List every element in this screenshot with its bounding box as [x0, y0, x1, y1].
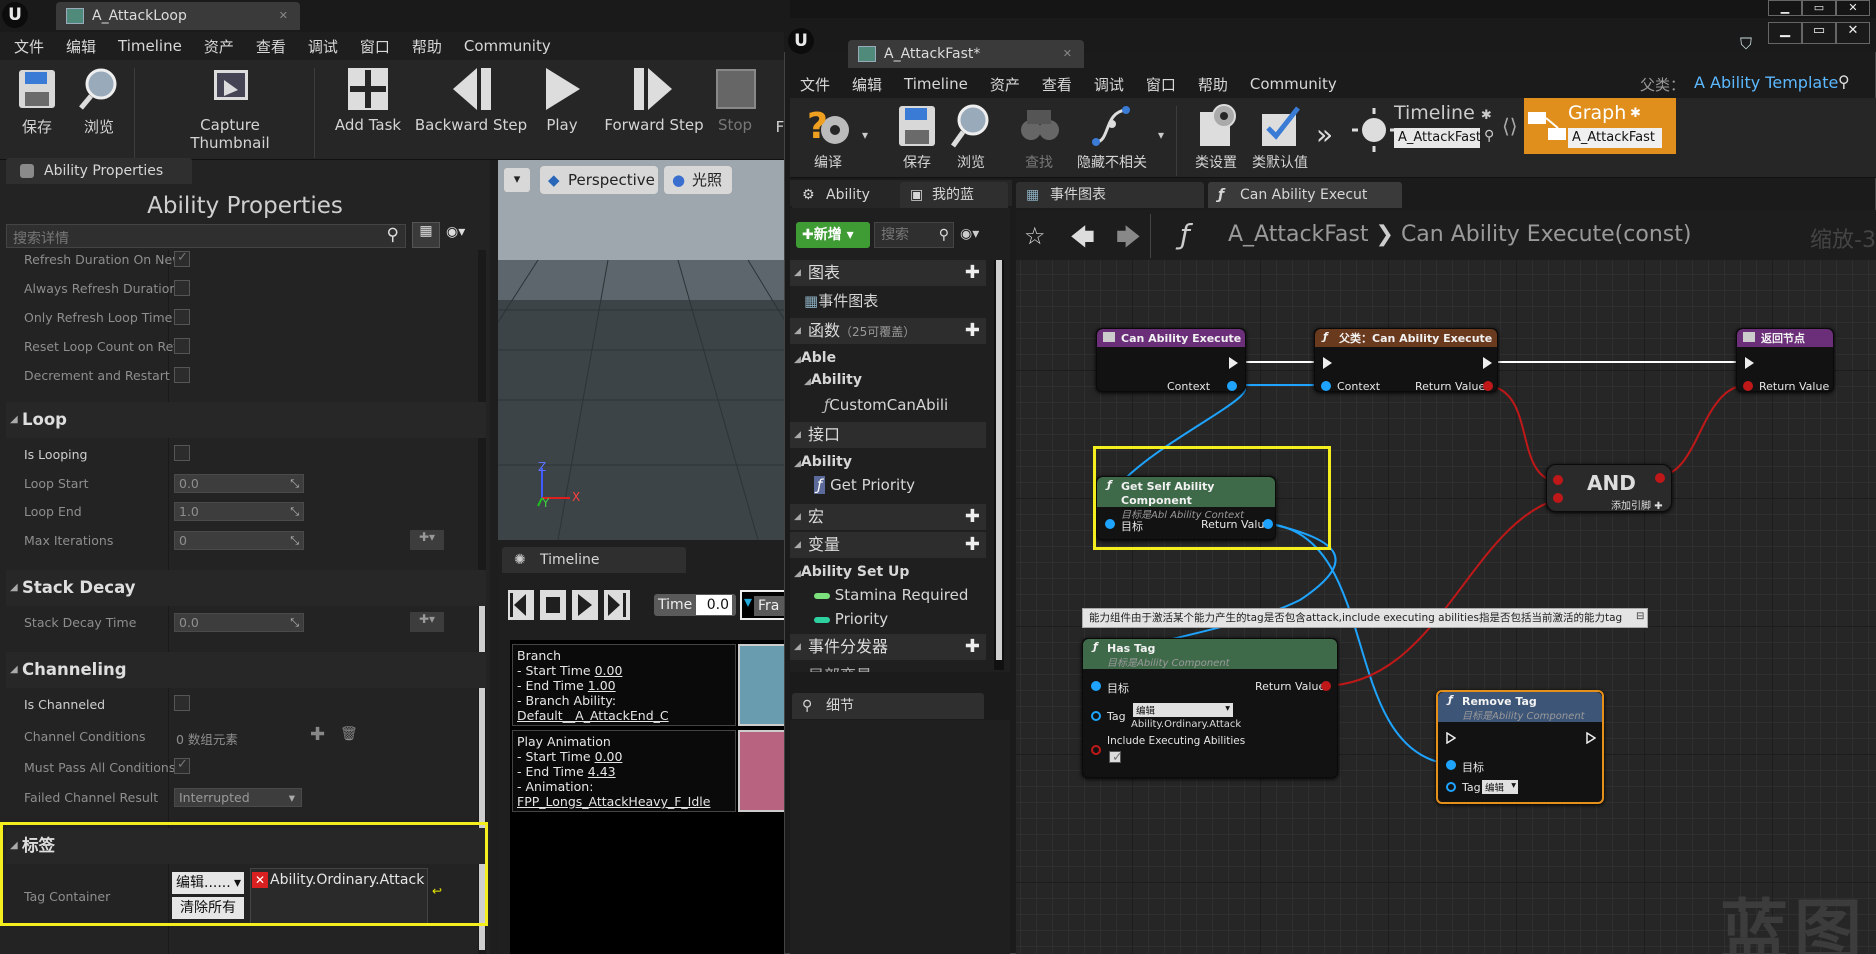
tag-in-pin[interactable] — [1091, 711, 1101, 721]
return-value-out-pin[interactable] — [1321, 681, 1331, 691]
target-pin-label: 目标 — [1462, 761, 1484, 774]
target-pin-label: 目标 — [1107, 682, 1129, 695]
exec-in-pin[interactable] — [1745, 357, 1754, 369]
include-executing-checkbox[interactable] — [1109, 750, 1123, 765]
function-icon: ƒ — [1323, 330, 1328, 343]
function-entry-icon — [1103, 332, 1115, 342]
chevron-down-icon: ▾ — [1225, 703, 1230, 714]
tag-pin-label: Tag — [1462, 781, 1481, 794]
tag-edit-dropdown[interactable]: 编辑 ▾ — [1133, 703, 1233, 717]
and-in-pin-b[interactable] — [1553, 493, 1563, 503]
target-in-pin[interactable] — [1446, 760, 1456, 770]
plus-icon: ✚ — [1654, 501, 1663, 512]
node-header: ƒ 父类：Can Ability Execute — [1315, 329, 1497, 347]
exec-out-pin[interactable] — [1483, 357, 1492, 369]
and-out-pin[interactable] — [1655, 473, 1665, 483]
node-title: Remove Tag — [1462, 695, 1537, 708]
return-value-pin-label: Return Value — [1255, 680, 1326, 693]
tag-pin-label: Tag — [1107, 710, 1126, 723]
node-title: AND — [1587, 471, 1636, 495]
return-node-icon — [1743, 332, 1755, 342]
include-executing-label: Include Executing Abilities — [1107, 735, 1246, 747]
context-pin-label: Context — [1167, 380, 1211, 393]
tag-in-pin[interactable] — [1446, 782, 1456, 792]
tag-edit-label: 编辑 — [1136, 706, 1156, 717]
context-in-pin[interactable] — [1321, 381, 1331, 391]
exec-out-pin[interactable] — [1586, 732, 1596, 744]
include-executing-in-pin[interactable] — [1091, 745, 1101, 755]
comment-pin-icon[interactable]: ⊟ — [1636, 611, 1644, 622]
watermark: 蓝图 — [1720, 893, 1869, 954]
node-title: 返回节点 — [1761, 332, 1805, 345]
exec-out-pin[interactable] — [1229, 357, 1238, 369]
node-header: ƒ Has Tag 目标是Ability Component — [1083, 639, 1337, 669]
node-and[interactable]: AND 添加引脚 ✚ — [1546, 464, 1672, 512]
get-self-highlight-frame — [1093, 446, 1331, 550]
function-icon: ƒ — [1093, 640, 1098, 653]
node-title: Can Ability Execute — [1121, 332, 1242, 345]
node-header: 返回节点 — [1737, 329, 1833, 347]
chevron-down-icon: ▾ — [1511, 780, 1516, 791]
node-subtitle: 目标是Ability Component — [1462, 711, 1585, 722]
add-pin-label: 添加引脚 — [1611, 501, 1651, 512]
node-return[interactable]: 返回节点 Return Value — [1736, 328, 1834, 393]
node-parent-can-ability-execute[interactable]: ƒ 父类：Can Ability Execute Context Return V… — [1314, 328, 1498, 393]
node-has-tag[interactable]: ƒ Has Tag 目标是Ability Component 目标 Return V… — [1082, 638, 1338, 778]
node-remove-tag[interactable]: ƒ Remove Tag 目标是Ability Component 目标 Tag 编… — [1436, 690, 1604, 804]
node-header: Can Ability Execute — [1097, 329, 1245, 347]
context-out-pin[interactable] — [1227, 381, 1237, 391]
node-title: Has Tag — [1107, 642, 1156, 655]
tag-value: Ability.Ordinary.Attack — [1131, 719, 1242, 730]
tag-edit-dropdown[interactable]: 编辑 ▾ — [1482, 780, 1518, 794]
function-icon: ƒ — [1448, 693, 1453, 706]
and-in-pin-a[interactable] — [1553, 475, 1563, 485]
node-title: 父类：Can Ability Execute — [1339, 332, 1493, 345]
return-value-out-pin[interactable] — [1483, 381, 1493, 391]
exec-in-pin[interactable] — [1323, 357, 1332, 369]
return-value-pin-label: Return Value — [1415, 380, 1486, 393]
node-header: ƒ Remove Tag 目标是Ability Component — [1438, 692, 1602, 722]
node-can-ability-execute[interactable]: Can Ability Execute Context — [1096, 328, 1246, 393]
exec-in-pin[interactable] — [1446, 732, 1456, 744]
comment-bubble[interactable]: 能力组件由于激活某个能力产生的tag是否包含attack,include exe… — [1082, 608, 1648, 628]
context-pin-label: Context — [1337, 380, 1381, 393]
target-in-pin[interactable] — [1091, 681, 1101, 691]
node-subtitle: 目标是Ability Component — [1107, 658, 1230, 669]
return-value-in-pin[interactable] — [1743, 381, 1753, 391]
tag-edit-label: 编辑 — [1485, 783, 1505, 794]
return-value-pin-label: Return Value — [1759, 380, 1830, 393]
add-pin-button[interactable]: 添加引脚 ✚ — [1611, 497, 1663, 512]
